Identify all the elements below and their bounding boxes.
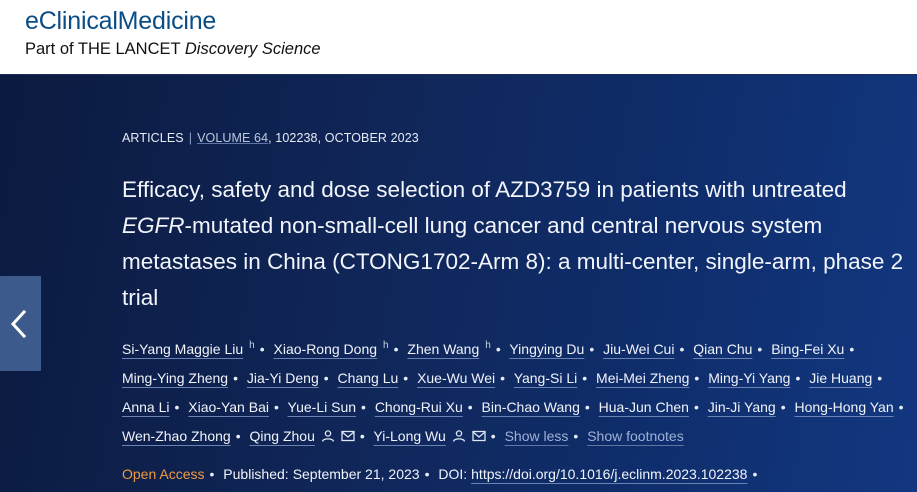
mail-icon[interactable]	[341, 423, 355, 442]
author-link[interactable]: Chong-Rui Xu	[375, 399, 463, 415]
author-link[interactable]: Zhen Wang	[407, 341, 479, 357]
author-footnote[interactable]: h	[485, 340, 491, 351]
author-link[interactable]: Bing-Fei Xu	[771, 341, 844, 357]
author-footnote[interactable]: h	[249, 340, 255, 351]
author-link[interactable]: Yang-Si Li	[514, 370, 578, 386]
author-link[interactable]: Yue-Li Sun	[288, 399, 357, 415]
title-part-1: Efficacy, safety and dose selection of A…	[122, 177, 847, 202]
title-italic: EGFR	[122, 213, 185, 238]
author-link[interactable]: Bin-Chao Wang	[482, 399, 580, 415]
article-title: Efficacy, safety and dose selection of A…	[122, 172, 912, 316]
author-link[interactable]: Xiao-Yan Bai	[188, 399, 269, 415]
published-date: September 21, 2023	[292, 466, 420, 482]
author-link[interactable]: Anna Li	[122, 399, 169, 415]
author-link[interactable]: Qing Zhou	[250, 428, 315, 444]
show-less-button[interactable]: Show less	[505, 428, 569, 444]
author-footnote[interactable]: h	[383, 340, 389, 351]
mail-icon[interactable]	[472, 423, 486, 442]
author-link[interactable]: Chang Lu	[338, 370, 399, 386]
doi-label: DOI:	[438, 466, 468, 482]
published-label: Published:	[223, 466, 289, 482]
article-meta: ARTICLES | VOLUME 64, 102238, OCTOBER 2023	[122, 131, 419, 145]
journal-subtitle: Part of THE LANCET Discovery Science	[25, 40, 321, 59]
author-link[interactable]: Si-Yang Maggie Liu	[122, 341, 243, 357]
journal-logo[interactable]: eClinicalMedicine	[25, 7, 216, 36]
author-link[interactable]: Jie Huang	[809, 370, 872, 386]
author-link[interactable]: Jia-Yi Deng	[247, 370, 319, 386]
open-access-badge[interactable]: Open Access	[122, 466, 205, 482]
author-link[interactable]: Ming-Ying Zheng	[122, 370, 228, 386]
author-link[interactable]: Mei-Mei Zheng	[596, 370, 689, 386]
author-link[interactable]: Yi-Long Wu	[373, 428, 445, 444]
author-link[interactable]: Jin-Ji Yang	[708, 399, 776, 415]
person-icon[interactable]	[452, 423, 466, 442]
author-link[interactable]: Xiao-Rong Dong	[274, 341, 378, 357]
doi-link[interactable]: https://doi.org/10.1016/j.eclinm.2023.10…	[471, 466, 747, 482]
author-link[interactable]: Yingying Du	[509, 341, 584, 357]
author-link[interactable]: Xue-Wu Wei	[417, 370, 495, 386]
chevron-left-icon	[10, 310, 27, 338]
author-link[interactable]: Hong-Hong Yan	[795, 399, 894, 415]
publication-info: Open Access • Published: September 21, 202…	[122, 466, 758, 482]
author-link[interactable]: Qian Chu	[693, 341, 752, 357]
person-icon[interactable]	[321, 423, 335, 442]
subtitle-italic: Discovery Science	[184, 40, 321, 58]
section-label[interactable]: ARTICLES	[122, 131, 184, 145]
meta-separator: |	[188, 131, 193, 145]
issue-info: , 102238, OCTOBER 2023	[268, 131, 419, 145]
author-list: Si-Yang Maggie Liu h • Xiao-Rong Dong h • Zh…	[122, 340, 904, 444]
author-link[interactable]: Hua-Jun Chen	[599, 399, 689, 415]
title-part-2: -mutated non-small-cell lung cancer and …	[122, 213, 904, 310]
subtitle-prefix: Part of THE LANCET	[25, 40, 181, 58]
show-footnotes-button[interactable]: Show footnotes	[587, 428, 684, 444]
volume-link[interactable]: VOLUME 64	[197, 131, 268, 145]
author-link[interactable]: Ming-Yi Yang	[708, 370, 790, 386]
author-link[interactable]: Wen-Zhao Zhong	[122, 428, 231, 444]
author-link[interactable]: Jiu-Wei Cui	[603, 341, 674, 357]
site-header: eClinicalMedicine Part of THE LANCET Dis…	[0, 0, 917, 74]
previous-article-button[interactable]	[0, 276, 41, 371]
